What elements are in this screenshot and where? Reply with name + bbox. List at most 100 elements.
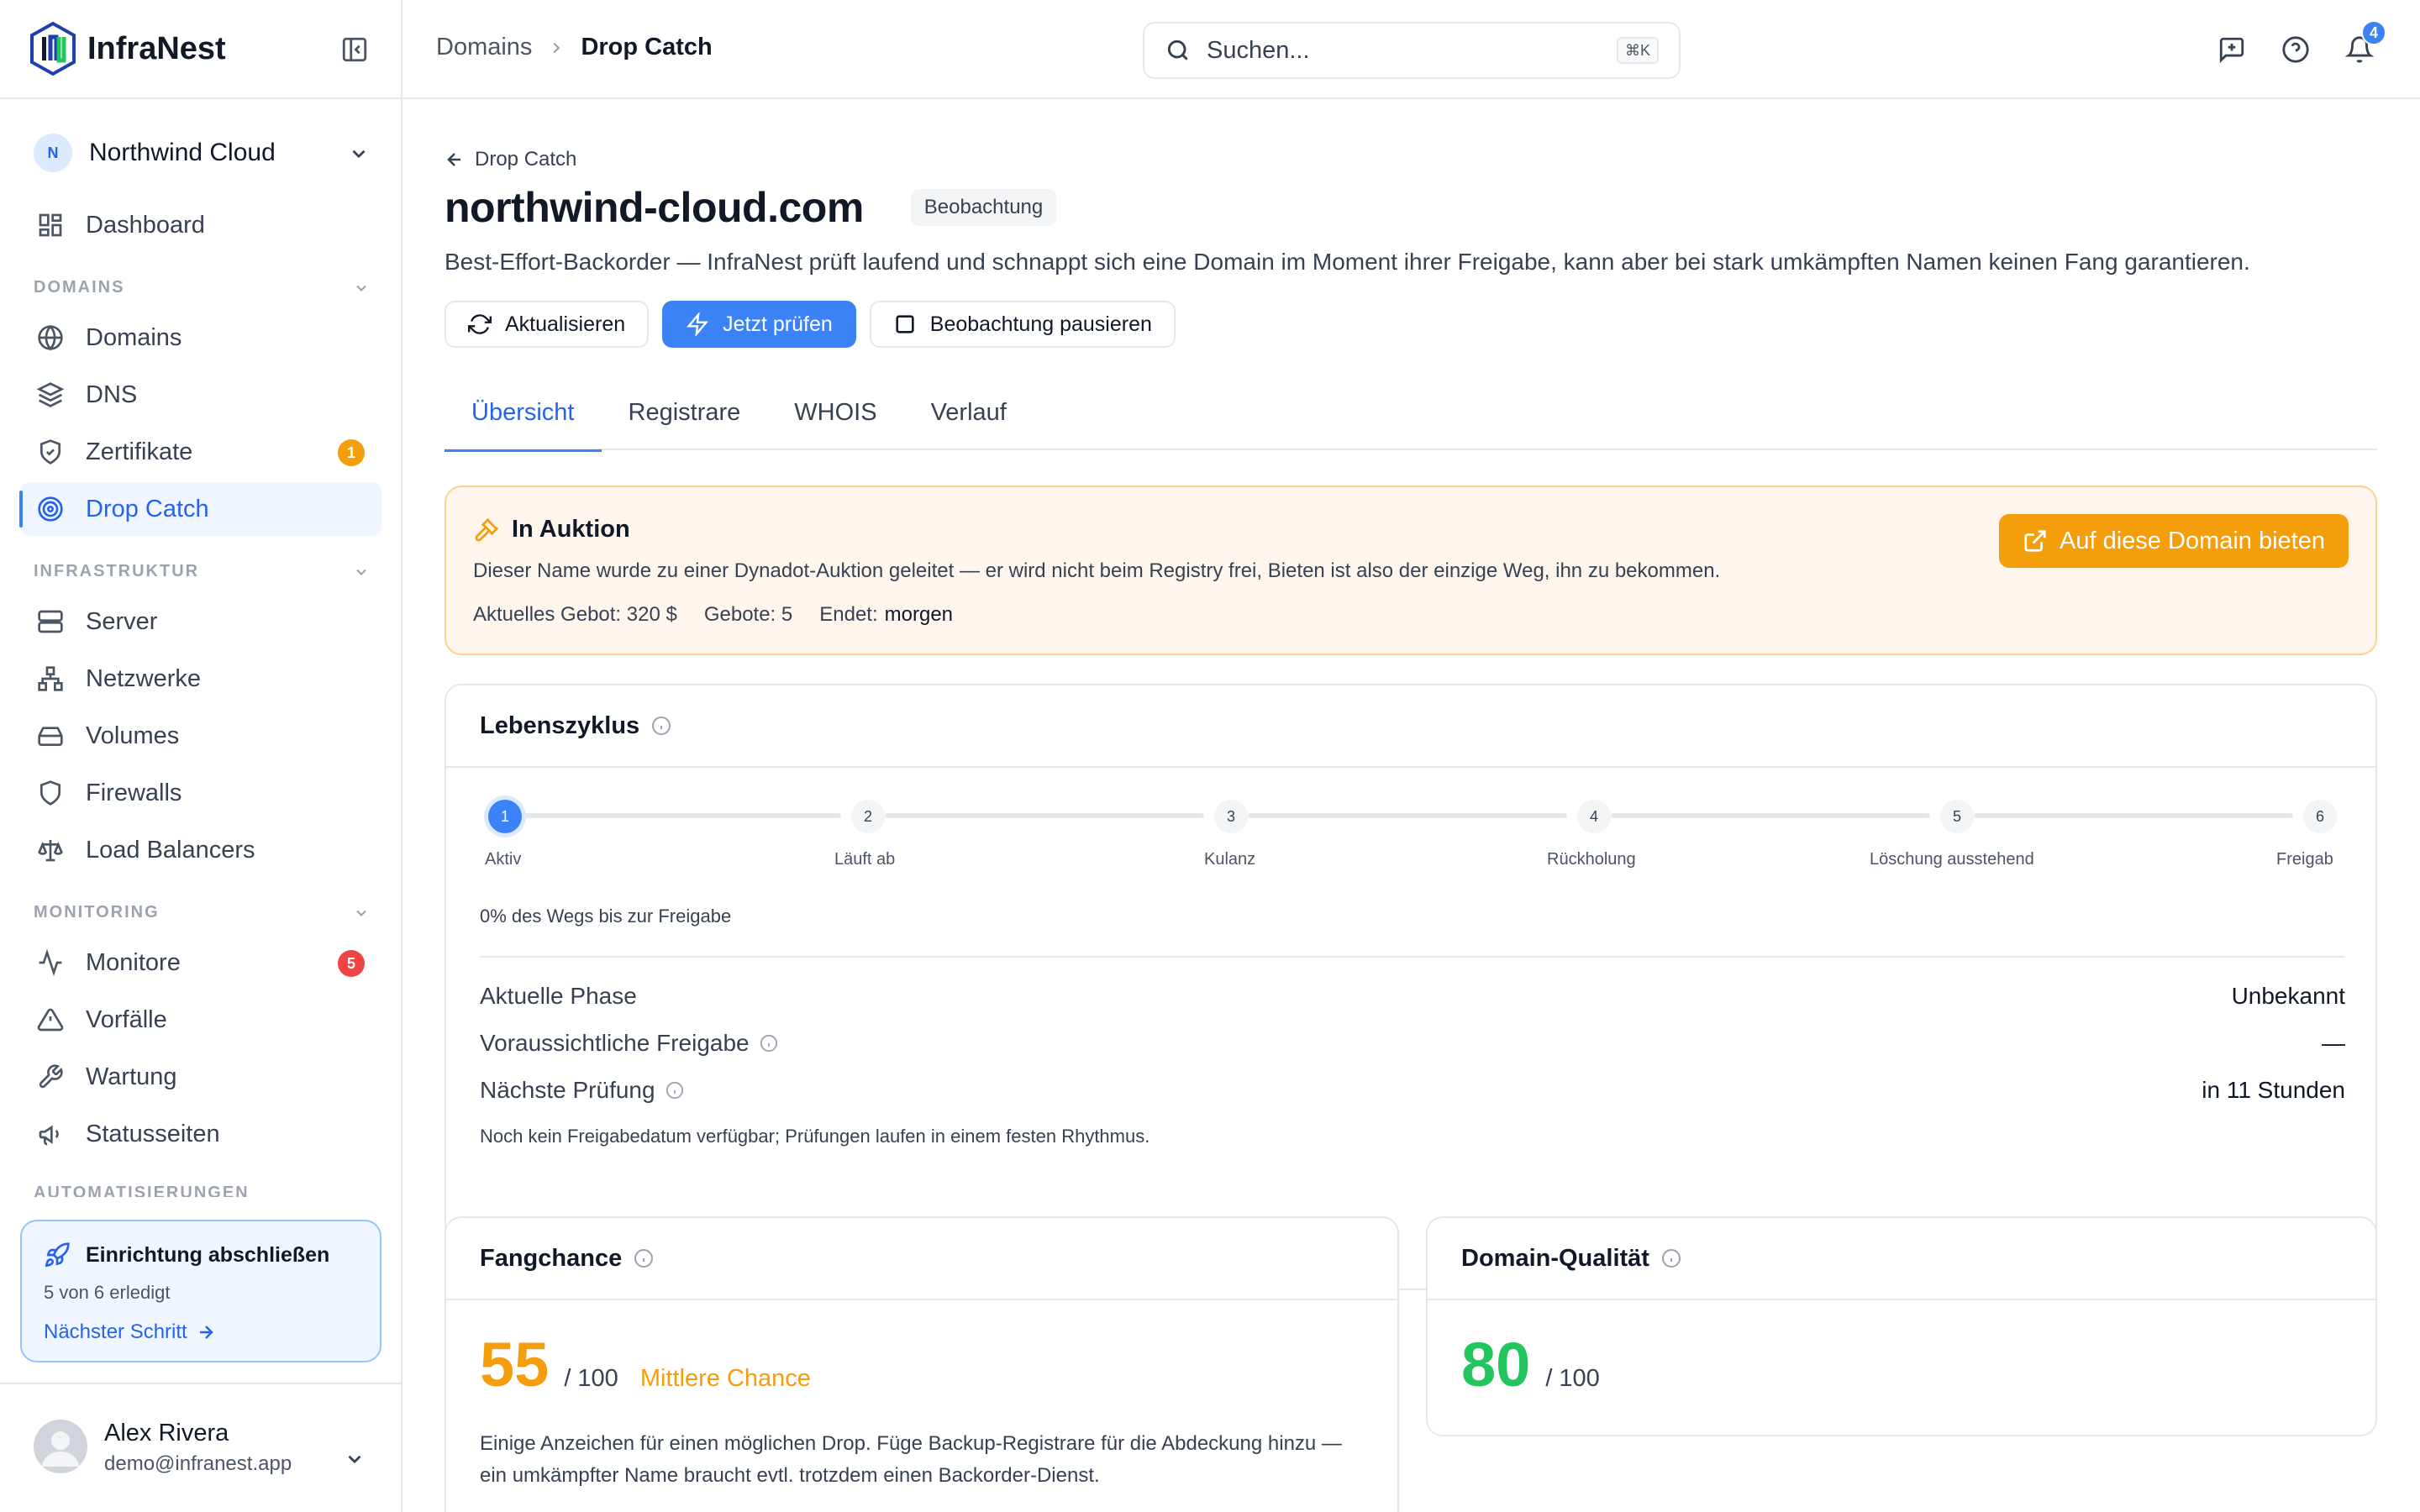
org-name: Northwind Cloud <box>89 139 276 166</box>
check-now-button[interactable]: Jetzt prüfen <box>662 301 856 348</box>
step-label: Kulanz <box>1204 850 1256 869</box>
auction-ends-label: Endet: <box>819 603 878 626</box>
sidebar-item-certificates[interactable]: Zertifikate 1 <box>20 425 381 479</box>
step-connector <box>1974 813 2293 818</box>
external-link-icon <box>2024 530 2046 552</box>
info-icon[interactable] <box>651 716 671 736</box>
pause-monitoring-button[interactable]: Beobachtung pausieren <box>869 301 1176 348</box>
step-4: 4 <box>1577 800 1611 833</box>
sidebar-item-dashboard[interactable]: Dashboard <box>20 198 381 252</box>
shield-check-icon <box>40 439 60 465</box>
sidebar-item-label: Netzwerke <box>86 664 201 692</box>
info-icon[interactable] <box>760 1034 778 1053</box>
user-email: demo@infranest.app <box>104 1452 292 1475</box>
step-2: 2 <box>851 800 885 833</box>
topbar: Domains Drop Catch ⌘K 4 <box>402 0 2420 99</box>
sidebar-item-status-pages[interactable]: Statusseiten <box>20 1107 381 1161</box>
sidebar-item-server[interactable]: Server <box>20 595 381 648</box>
current-phase-label: Aktuelle Phase <box>480 983 637 1009</box>
tab-history[interactable]: Verlauf <box>904 375 1034 450</box>
sidebar-item-volumes[interactable]: Volumes <box>20 709 381 763</box>
sidebar-item-firewalls[interactable]: Firewalls <box>20 766 381 820</box>
current-phase-row: Aktuelle Phase Unbekannt <box>480 979 2345 1013</box>
auction-banner: In Auktion Dieser Name wurde zu einer Dy… <box>445 486 2377 655</box>
section-monitoring[interactable]: MONITORING <box>34 900 370 925</box>
sidebar: InfraNest N Northwind Cloud Dashboard DO… <box>0 0 402 1512</box>
domain-quality-header: Domain-Qualität <box>1428 1218 2375 1300</box>
tab-whois[interactable]: WHOIS <box>767 375 903 450</box>
section-automation[interactable]: AUTOMATISIERUNGEN <box>34 1184 370 1197</box>
bid-button-label: Auf diese Domain bieten <box>2060 527 2325 554</box>
feedback-icon[interactable] <box>2217 35 2246 64</box>
back-link[interactable]: Drop Catch <box>445 148 576 171</box>
search-icon <box>1167 39 1188 60</box>
check-now-label: Jetzt prüfen <box>723 312 833 336</box>
setup-next-label: Nächster Schritt <box>44 1320 187 1343</box>
setup-next-link[interactable]: Nächster Schritt <box>44 1320 358 1344</box>
section-domains[interactable]: DOMAINS <box>34 275 370 300</box>
setup-card[interactable]: Einrichtung abschließen 5 von 6 erledigt… <box>20 1220 381 1362</box>
setup-title: Einrichtung abschließen <box>44 1242 358 1268</box>
sidebar-item-networks[interactable]: Netzwerke <box>20 652 381 706</box>
setup-progress: 5 von 6 erledigt <box>44 1282 171 1303</box>
auction-ends-value: morgen <box>884 603 954 626</box>
sidebar-item-domains[interactable]: Domains <box>20 311 381 365</box>
app-name: InfraNest <box>87 30 226 66</box>
chevron-down-icon <box>356 569 366 575</box>
info-icon[interactable] <box>666 1081 684 1100</box>
chevron-down-icon <box>348 1455 361 1464</box>
sidebar-item-load-balancers[interactable]: Load Balancers <box>20 823 381 877</box>
checkbox-icon <box>896 315 914 333</box>
domain-quality-max: / 100 <box>1545 1365 1600 1392</box>
tab-registrars[interactable]: Registrare <box>602 375 768 450</box>
search-box[interactable]: ⌘K <box>1143 22 1681 79</box>
sidebar-item-drop-catch[interactable]: Drop Catch <box>19 482 381 536</box>
sidebar-item-label: Drop Catch <box>86 495 209 522</box>
next-check-label-text: Nächste Prüfung <box>480 1077 655 1103</box>
catch-chance-description: Einige Anzeichen für einen möglichen Dro… <box>480 1432 1342 1487</box>
lifecycle-stepper: 1 2 3 4 5 6 Aktiv Läuft ab Kulanz Rückho… <box>480 796 2345 872</box>
step-label: Löschung ausstehend <box>1870 850 2034 869</box>
tab-overview[interactable]: Übersicht <box>445 375 602 452</box>
sidebar-item-monitors[interactable]: Monitore 5 <box>20 936 381 990</box>
domain-quality-score: 80 / 100 <box>1461 1329 1600 1400</box>
org-switcher[interactable]: N Northwind Cloud <box>34 133 370 173</box>
domain-quality-value: 80 <box>1461 1330 1531 1399</box>
step-label: Freigab <box>2276 850 2333 869</box>
search-input[interactable] <box>1207 36 1576 65</box>
chevron-down-icon <box>352 150 366 159</box>
layers-icon <box>37 382 64 407</box>
gavel-icon <box>475 517 499 541</box>
sidebar-item-maintenance[interactable]: Wartung <box>20 1050 381 1104</box>
lifecycle-card: Lebenszyklus 1 2 3 4 5 6 Aktiv Läuft ab … <box>445 684 2377 1290</box>
expected-release-row: Voraussichtliche Freigabe — <box>480 1026 2345 1060</box>
info-icon[interactable] <box>634 1248 654 1268</box>
sidebar-item-label: Domains <box>86 323 182 351</box>
sidebar-item-dns[interactable]: DNS <box>20 368 381 422</box>
bid-button[interactable]: Auf diese Domain bieten <box>1999 514 2349 568</box>
refresh-button[interactable]: Aktualisieren <box>445 301 650 348</box>
info-icon[interactable] <box>1661 1248 1681 1268</box>
page-description: Best-Effort-Backorder — InfraNest prüft … <box>445 249 2250 275</box>
catch-chance-header: Fangchance <box>446 1218 1397 1300</box>
sidebar-item-incidents[interactable]: Vorfälle <box>20 993 381 1047</box>
help-icon[interactable] <box>2281 35 2310 64</box>
sidebar-header: InfraNest <box>0 0 401 99</box>
section-infrastructure[interactable]: INFRASTRUKTUR <box>34 559 370 584</box>
sidebar-item-label: DNS <box>86 381 138 408</box>
step-5: 5 <box>1940 800 1974 833</box>
breadcrumb-domains[interactable]: Domains <box>436 34 532 61</box>
lifecycle-note: Noch kein Freigabedatum verfügbar; Prüfu… <box>480 1126 1150 1147</box>
globe-icon <box>38 324 63 351</box>
rocket-icon <box>45 1242 70 1268</box>
pause-monitoring-label: Beobachtung pausieren <box>929 312 1152 336</box>
step-label: Aktiv <box>485 850 522 869</box>
target-icon <box>38 496 63 522</box>
logo-icon <box>30 21 76 76</box>
collapse-sidebar-icon[interactable] <box>340 35 369 64</box>
step-label: Läuft ab <box>834 850 896 869</box>
notification-count: 4 <box>2361 20 2386 45</box>
sidebar-item-label: Load Balancers <box>86 836 255 864</box>
user-menu[interactable]: Alex Rivera demo@infranest.app <box>0 1383 401 1512</box>
chevron-down-icon <box>356 285 366 291</box>
